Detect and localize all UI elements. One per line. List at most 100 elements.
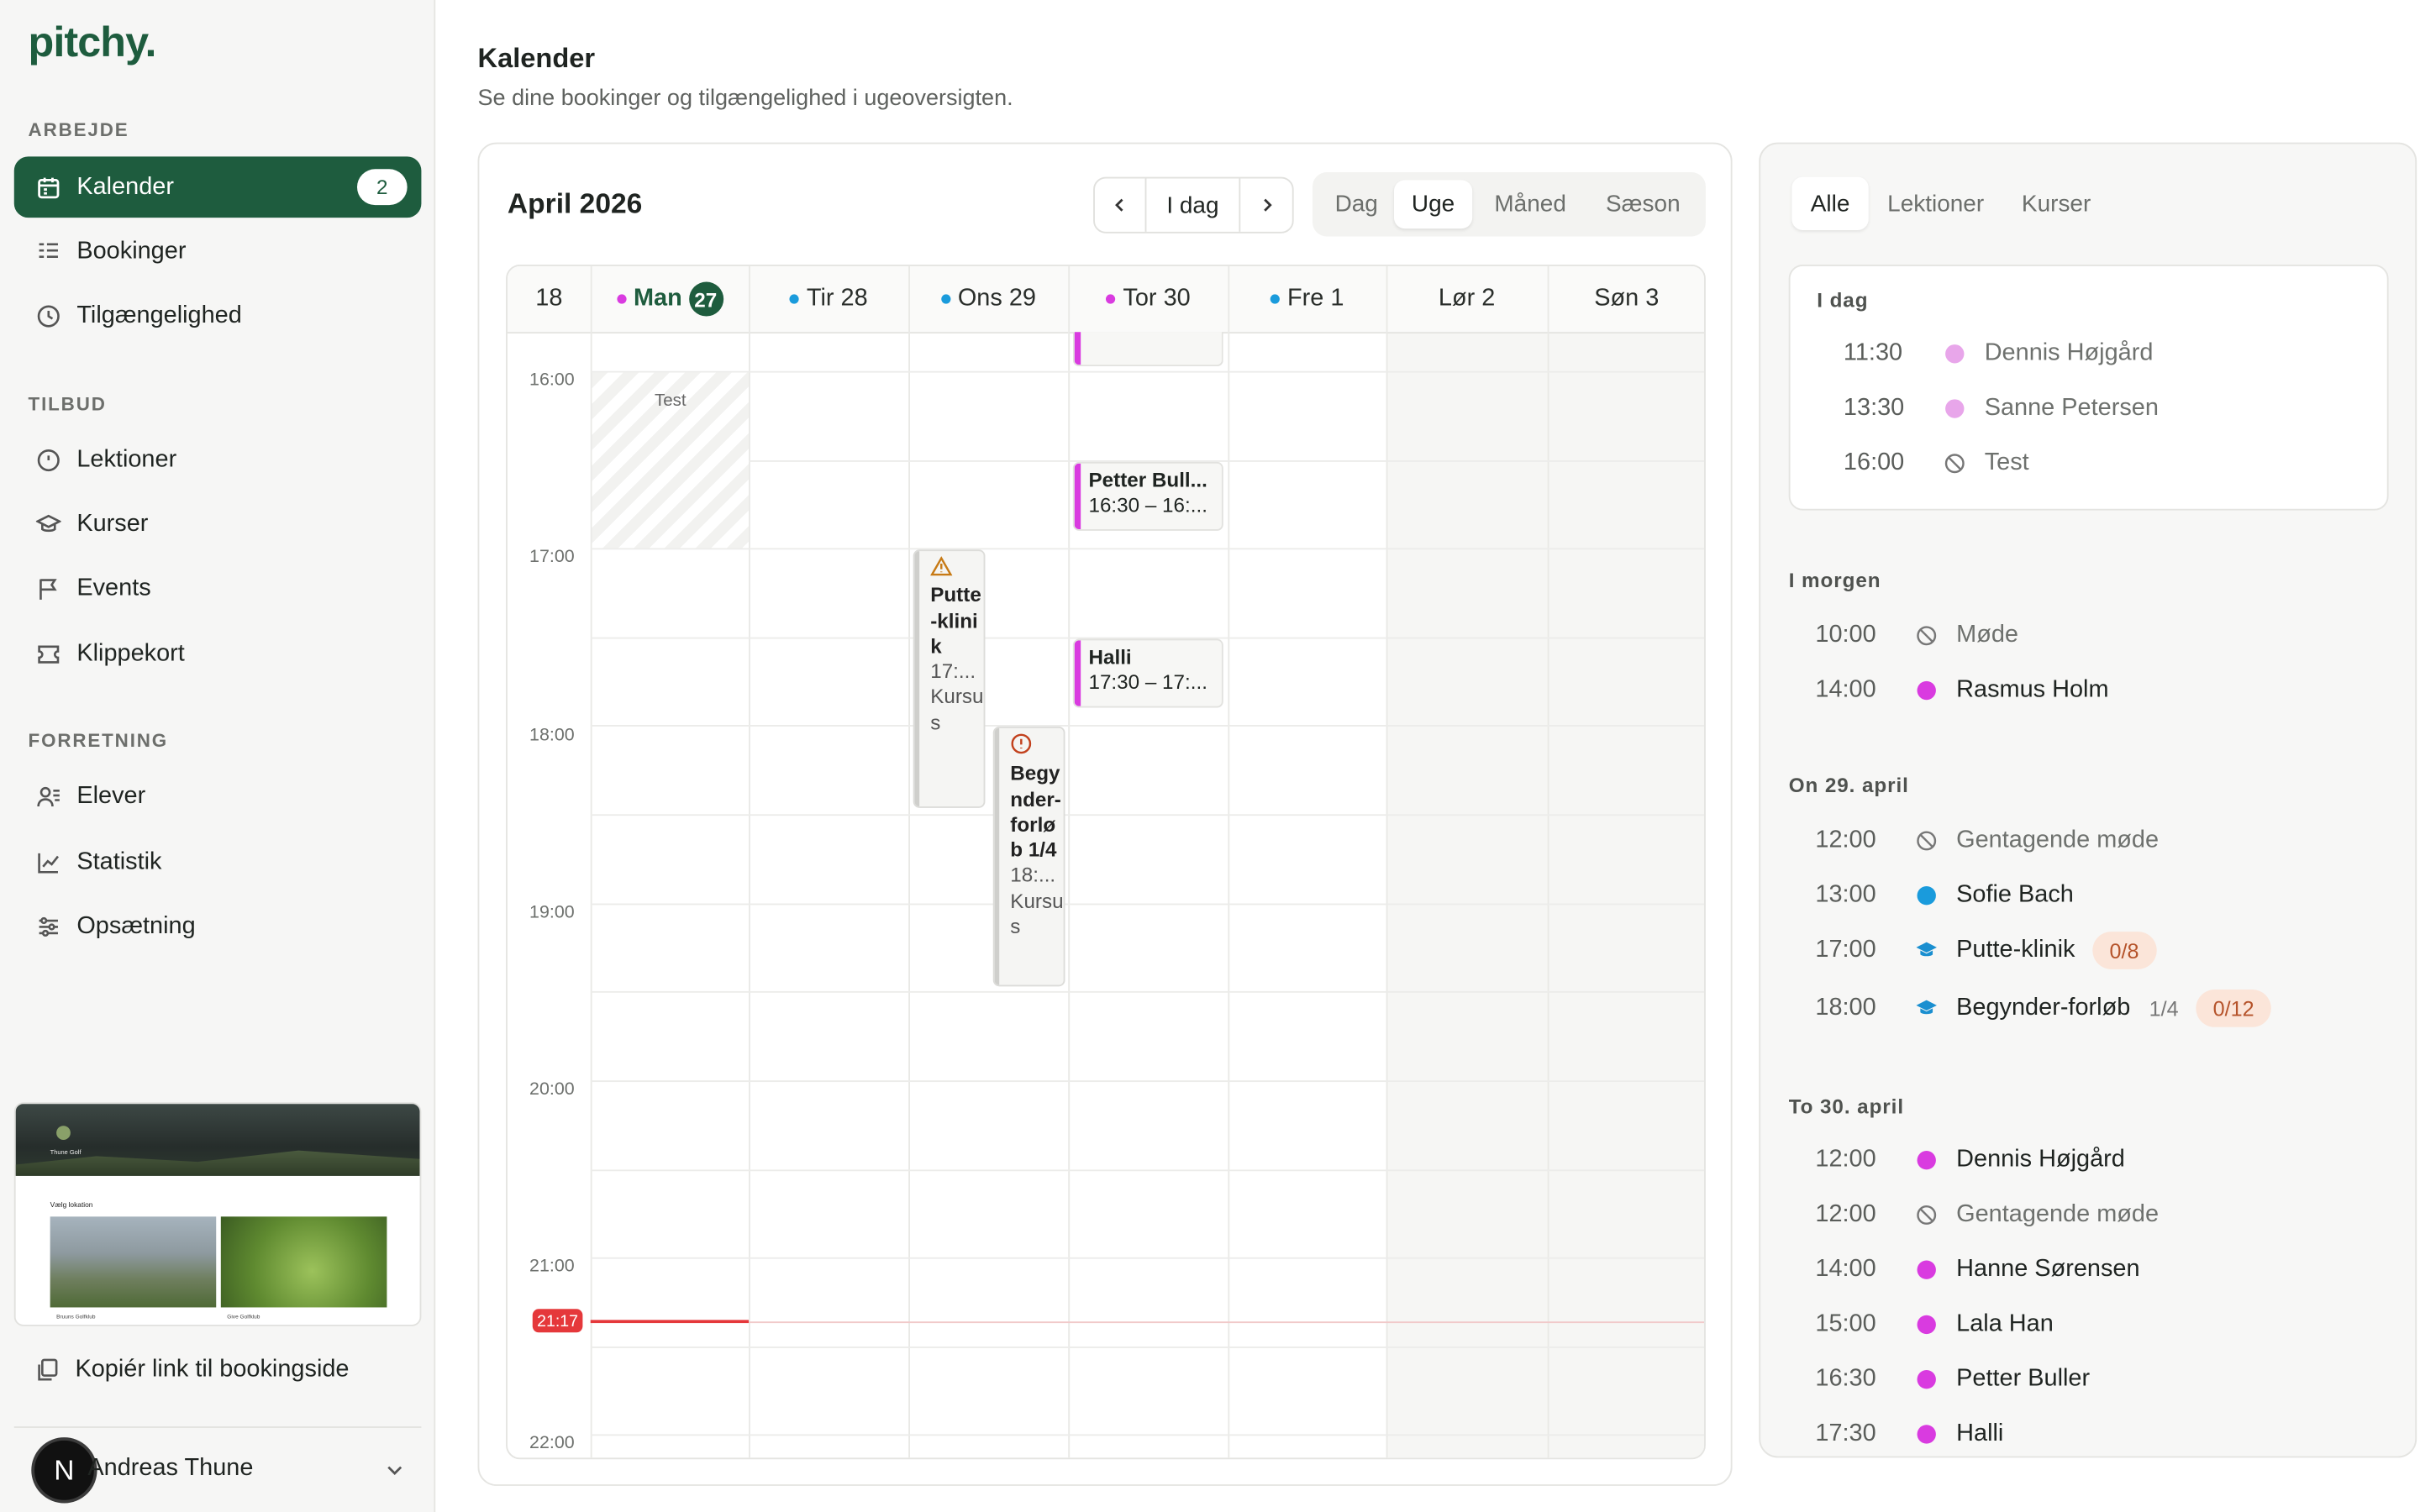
timer-icon [36, 447, 61, 472]
view-option-saeson[interactable]: Sæson [1591, 180, 1695, 228]
date-navigation: I dag [1093, 176, 1294, 234]
status-dot [1945, 399, 1965, 418]
calendar-event[interactable]: Halli 17:30 – 17:... [1072, 638, 1223, 708]
half-hour-line [590, 814, 1705, 816]
agenda-item[interactable]: 13:00 Sofie Bach [1815, 877, 2074, 915]
session-count: 1/4 [2149, 996, 2179, 1021]
month-title: April 2026 [507, 187, 643, 219]
agenda-item[interactable]: 12:00 Gentagende møde [1815, 822, 2159, 860]
preview-location-image [220, 1216, 387, 1308]
event-time: 16:30 – 16:... [1088, 493, 1207, 517]
day-header[interactable]: Fre 1 [1228, 265, 1386, 334]
agenda-group-label: I morgen [1788, 568, 1881, 592]
agenda-item[interactable]: 12:00 Gentagende møde [1815, 1196, 2159, 1234]
graduation-cap-icon [1916, 939, 1938, 961]
status-dot [1917, 1315, 1936, 1335]
day-header[interactable]: Lør 2 [1386, 265, 1548, 334]
sidebar-item-label: Statistik [76, 848, 162, 875]
day-header-today[interactable]: Man 27 [590, 265, 749, 334]
graduation-cap-icon [35, 512, 61, 537]
view-option-uge[interactable]: Uge [1393, 180, 1473, 229]
sidebar-item-label: Opsætning [76, 911, 196, 939]
day-header[interactable]: Tor 30 [1068, 265, 1228, 334]
agenda-item[interactable]: 16:00 Test [1844, 444, 2029, 482]
alert-circle-icon [1011, 733, 1032, 754]
hour-line [590, 1257, 1705, 1259]
course-time: 18:... [1010, 863, 1056, 887]
column-divider [1228, 265, 1230, 1458]
previous-week-button[interactable] [1095, 178, 1147, 232]
users-icon [36, 784, 61, 809]
agenda-item[interactable]: 14:00 Rasmus Holm [1815, 672, 2108, 710]
preview-location-caption: Bruuns Golfklub [56, 1313, 96, 1320]
sidebar-item-events[interactable]: Events [14, 558, 422, 619]
preview-brand: Thune Golf [50, 1147, 82, 1156]
day-header[interactable]: Søn 3 [1547, 265, 1705, 334]
today-button[interactable]: I dag [1146, 178, 1241, 232]
sidebar-item-label: Events [76, 574, 151, 601]
agenda-item[interactable]: 17:30 Halli [1815, 1415, 2003, 1453]
copy-icon [34, 1357, 60, 1383]
calendar-icon [36, 175, 61, 200]
sidebar-item-bookinger[interactable]: Bookinger [14, 221, 422, 282]
sidebar-item-label: Tilgængelighed [76, 301, 242, 328]
clock-icon [36, 303, 61, 328]
flag-icon [36, 575, 61, 601]
tab-lektioner[interactable]: Lektioner [1869, 177, 2003, 230]
sidebar-item-opsaetning[interactable]: Opsætning [14, 895, 422, 957]
next-week-button[interactable] [1240, 178, 1292, 231]
user-menu[interactable]: N Andreas Thune [31, 1437, 423, 1504]
agenda-item[interactable]: 16:30 Petter Buller [1815, 1361, 2090, 1399]
preview-logo-icon [56, 1126, 71, 1140]
preview-location-image [50, 1216, 217, 1308]
agenda-item[interactable]: 11:30 Dennis Højgård [1844, 335, 2153, 373]
preview-hero-image: Thune Golf [15, 1104, 420, 1176]
sidebar: pitchy. ARBEJDE Kalender 2 Bookinger Til… [0, 0, 436, 1512]
blocked-time-label: Test [654, 391, 687, 411]
page-subtitle: Se dine bookinger og tilgængelighed i ug… [477, 86, 1013, 112]
agenda-item[interactable]: 13:30 Sanne Petersen [1844, 390, 2159, 428]
calendar-card: April 2026 I dag Dag Uge Måned Sæson 18 … [477, 142, 1733, 1486]
hour-line [590, 370, 1705, 373]
app-logo[interactable]: pitchy. [29, 18, 157, 67]
sidebar-item-label: Lektioner [76, 445, 177, 472]
sidebar-item-tilgaengelighed[interactable]: Tilgængelighed [14, 285, 422, 346]
ban-icon [1916, 625, 1938, 647]
calendar-event[interactable]: Petter Bull... 16:30 – 16:... [1072, 461, 1223, 531]
sidebar-item-lektioner[interactable]: Lektioner [14, 429, 422, 491]
course-title: Begynder-forløb 1/4 [1010, 761, 1061, 862]
day-header[interactable]: Tir 28 [748, 265, 909, 334]
view-option-maaned[interactable]: Måned [1481, 180, 1579, 228]
sidebar-item-kalender[interactable]: Kalender 2 [13, 156, 422, 218]
agenda-item[interactable]: 15:00 Lala Han [1815, 1306, 2053, 1344]
agenda-item[interactable]: 18:00 Begynder-forløb 1/4 0/12 [1815, 990, 2272, 1027]
copy-booking-link-button[interactable]: Kopiér link til bookingside [34, 1356, 349, 1384]
sliders-icon [36, 914, 61, 939]
sidebar-item-klippekort[interactable]: Klippekort [14, 623, 422, 685]
sidebar-item-statistik[interactable]: Statistik [14, 832, 422, 893]
agenda-item[interactable]: 12:00 Dennis Højgård [1815, 1142, 2124, 1179]
section-label-forretning: FORRETNING [28, 729, 169, 752]
sidebar-item-kurser[interactable]: Kurser [14, 493, 422, 554]
tab-alle[interactable]: Alle [1791, 176, 1869, 231]
agenda-item[interactable]: 14:00 Hanne Sørensen [1815, 1251, 2139, 1289]
agenda-item[interactable]: 10:00 Møde [1815, 617, 2018, 654]
ban-icon [1944, 453, 1965, 475]
agenda-item[interactable]: 17:00 Putte-klinik 0/8 [1815, 932, 2156, 969]
calendar-event[interactable] [1072, 332, 1223, 367]
booking-page-preview[interactable]: Thune Golf Vælg lokation Bruuns Golfklub… [13, 1102, 422, 1326]
course-event[interactable]: Begynder-forløb 1/4 18:... Kursus [992, 726, 1065, 987]
sidebar-item-elever[interactable]: Elever [14, 765, 422, 827]
course-event[interactable]: Putte-klinik 17:... Kursus [913, 549, 986, 808]
capacity-badge: 0/12 [2196, 990, 2272, 1027]
chevron-right-icon [1263, 198, 1271, 212]
tab-kurser[interactable]: Kurser [2003, 177, 2110, 230]
view-option-dag[interactable]: Dag [1325, 180, 1388, 228]
list-icon [36, 239, 61, 264]
chart-line-icon [36, 849, 61, 874]
page-title: Kalender [477, 42, 596, 74]
event-title: Halli [1088, 644, 1132, 669]
time-label: 21:00 [529, 1257, 575, 1277]
blocked-time-slot[interactable]: Test [592, 372, 749, 549]
day-header[interactable]: Ons 29 [908, 265, 1069, 334]
